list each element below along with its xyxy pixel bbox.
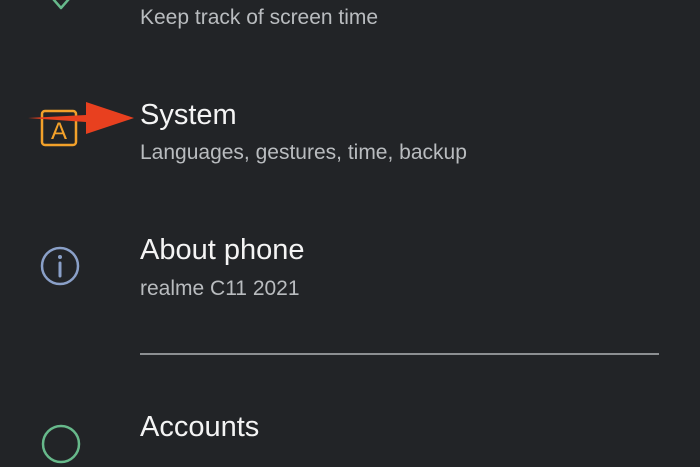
settings-item-digital-wellbeing[interactable]: Keep track of screen time [0, 0, 700, 60]
settings-item-title: About phone [140, 234, 305, 266]
settings-item-accounts[interactable]: Accounts [0, 395, 700, 464]
section-divider [140, 353, 659, 355]
info-icon [40, 246, 80, 286]
settings-item-subtitle: Keep track of screen time [140, 6, 379, 29]
settings-item-about-phone[interactable]: About phone realme C11 2021 [0, 220, 700, 330]
annotation-arrow [28, 102, 134, 134]
settings-item-title: System [140, 99, 237, 131]
heart-icon [52, 0, 70, 10]
accounts-icon [41, 424, 81, 464]
settings-item-subtitle: Languages, gestures, time, backup [140, 141, 467, 164]
settings-item-title: Accounts [140, 411, 260, 443]
settings-item-subtitle: realme C11 2021 [140, 277, 300, 300]
